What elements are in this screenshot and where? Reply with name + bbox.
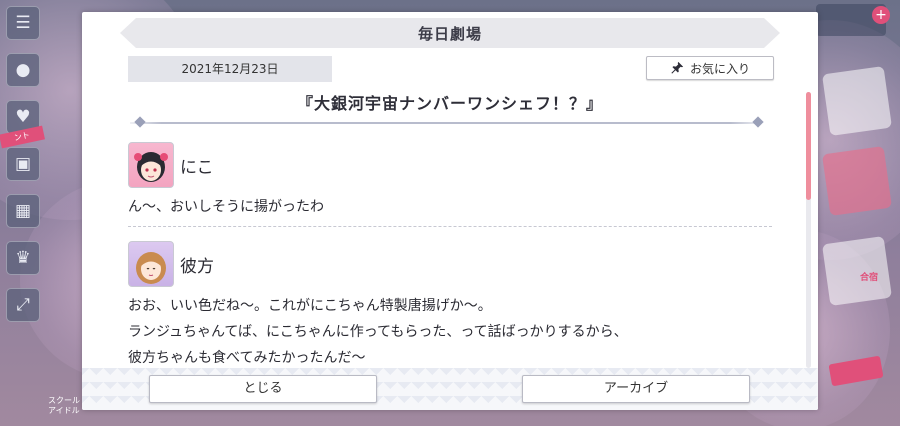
- trophy-icon[interactable]: ♛: [6, 241, 40, 275]
- archive-button[interactable]: アーカイブ: [522, 375, 750, 403]
- date-label: 2021年12月23日: [128, 56, 332, 82]
- modal-title: 毎日劇場: [417, 24, 482, 43]
- close-button[interactable]: とじる: [149, 375, 377, 403]
- modal-footer: とじる アーカイブ: [82, 368, 818, 410]
- right-menu-card[interactable]: [821, 145, 893, 217]
- right-event-tag[interactable]: [828, 355, 884, 387]
- title-divider: [130, 122, 762, 124]
- right-side-panel: + 合宿: [816, 0, 900, 426]
- story-title: 『大銀河宇宙ナンバーワンシェフ！？』: [296, 94, 603, 113]
- dialogue-line: 彼方ちゃんも食べてみたかったんだ〜: [128, 350, 366, 366]
- favorite-label: お気に入り: [689, 61, 750, 76]
- daily-theater-modal: 毎日劇場 2021年12月23日 お気に入り 『大銀河宇宙ナンバーワンシェフ！？…: [82, 12, 818, 410]
- modal-header: 毎日劇場: [120, 18, 780, 48]
- dialogue-block: 彼方 おお、いい色だね〜。これがにこちゃん特製唐揚げか〜。 ランジュちゃんてば、…: [128, 241, 772, 368]
- chat-icon[interactable]: ●: [6, 53, 40, 87]
- add-icon[interactable]: +: [872, 6, 890, 24]
- camp-label: 合宿: [859, 273, 878, 283]
- nico-avatar: [128, 142, 174, 188]
- gallery-icon[interactable]: ▦: [6, 194, 40, 228]
- gift-icon[interactable]: ▣: [6, 147, 40, 181]
- divider-diamond-icon: [752, 116, 764, 128]
- hamburger-menu-icon[interactable]: ☰: [6, 6, 40, 40]
- dialogue-line: ん〜、おいしそうに揚がったわ: [128, 199, 324, 215]
- scrollbar[interactable]: [806, 92, 811, 368]
- speaker-row: にこ: [128, 142, 772, 188]
- kanata-face-icon: [136, 252, 166, 284]
- speaker-name: にこ: [180, 157, 214, 178]
- scrollbar-thumb[interactable]: [806, 92, 811, 200]
- nico-face-icon: [134, 152, 168, 182]
- right-menu-card[interactable]: [821, 65, 893, 137]
- kanata-avatar: [128, 241, 174, 287]
- favorite-button[interactable]: お気に入り: [646, 56, 774, 80]
- left-side-menu: ☰ ● ♥ ▣ ▦ ♛ ⤢: [6, 6, 46, 335]
- dialogue-separator: [128, 226, 772, 227]
- dialogue-line: ランジュちゃんてば、にこちゃんに作ってもらった、って話ばっかりするから、: [128, 324, 628, 340]
- pin-icon: [671, 61, 684, 74]
- left-bottom-label: スクールアイドル: [48, 396, 80, 415]
- dialogue-block: にこ ん〜、おいしそうに揚がったわ: [128, 142, 772, 227]
- expand-icon[interactable]: ⤢: [6, 288, 40, 322]
- divider-diamond-icon: [134, 116, 146, 128]
- dialogue-line: おお、いい色だね〜。これがにこちゃん特製唐揚げか〜。: [128, 298, 492, 314]
- speaker-row: 彼方: [128, 241, 772, 287]
- speaker-name: 彼方: [180, 256, 214, 277]
- dialogue-scroll-area[interactable]: にこ ん〜、おいしそうに揚がったわ 彼方 おお、いい色だね〜。これがにこちゃん特…: [128, 142, 772, 368]
- right-menu-card[interactable]: [821, 235, 893, 307]
